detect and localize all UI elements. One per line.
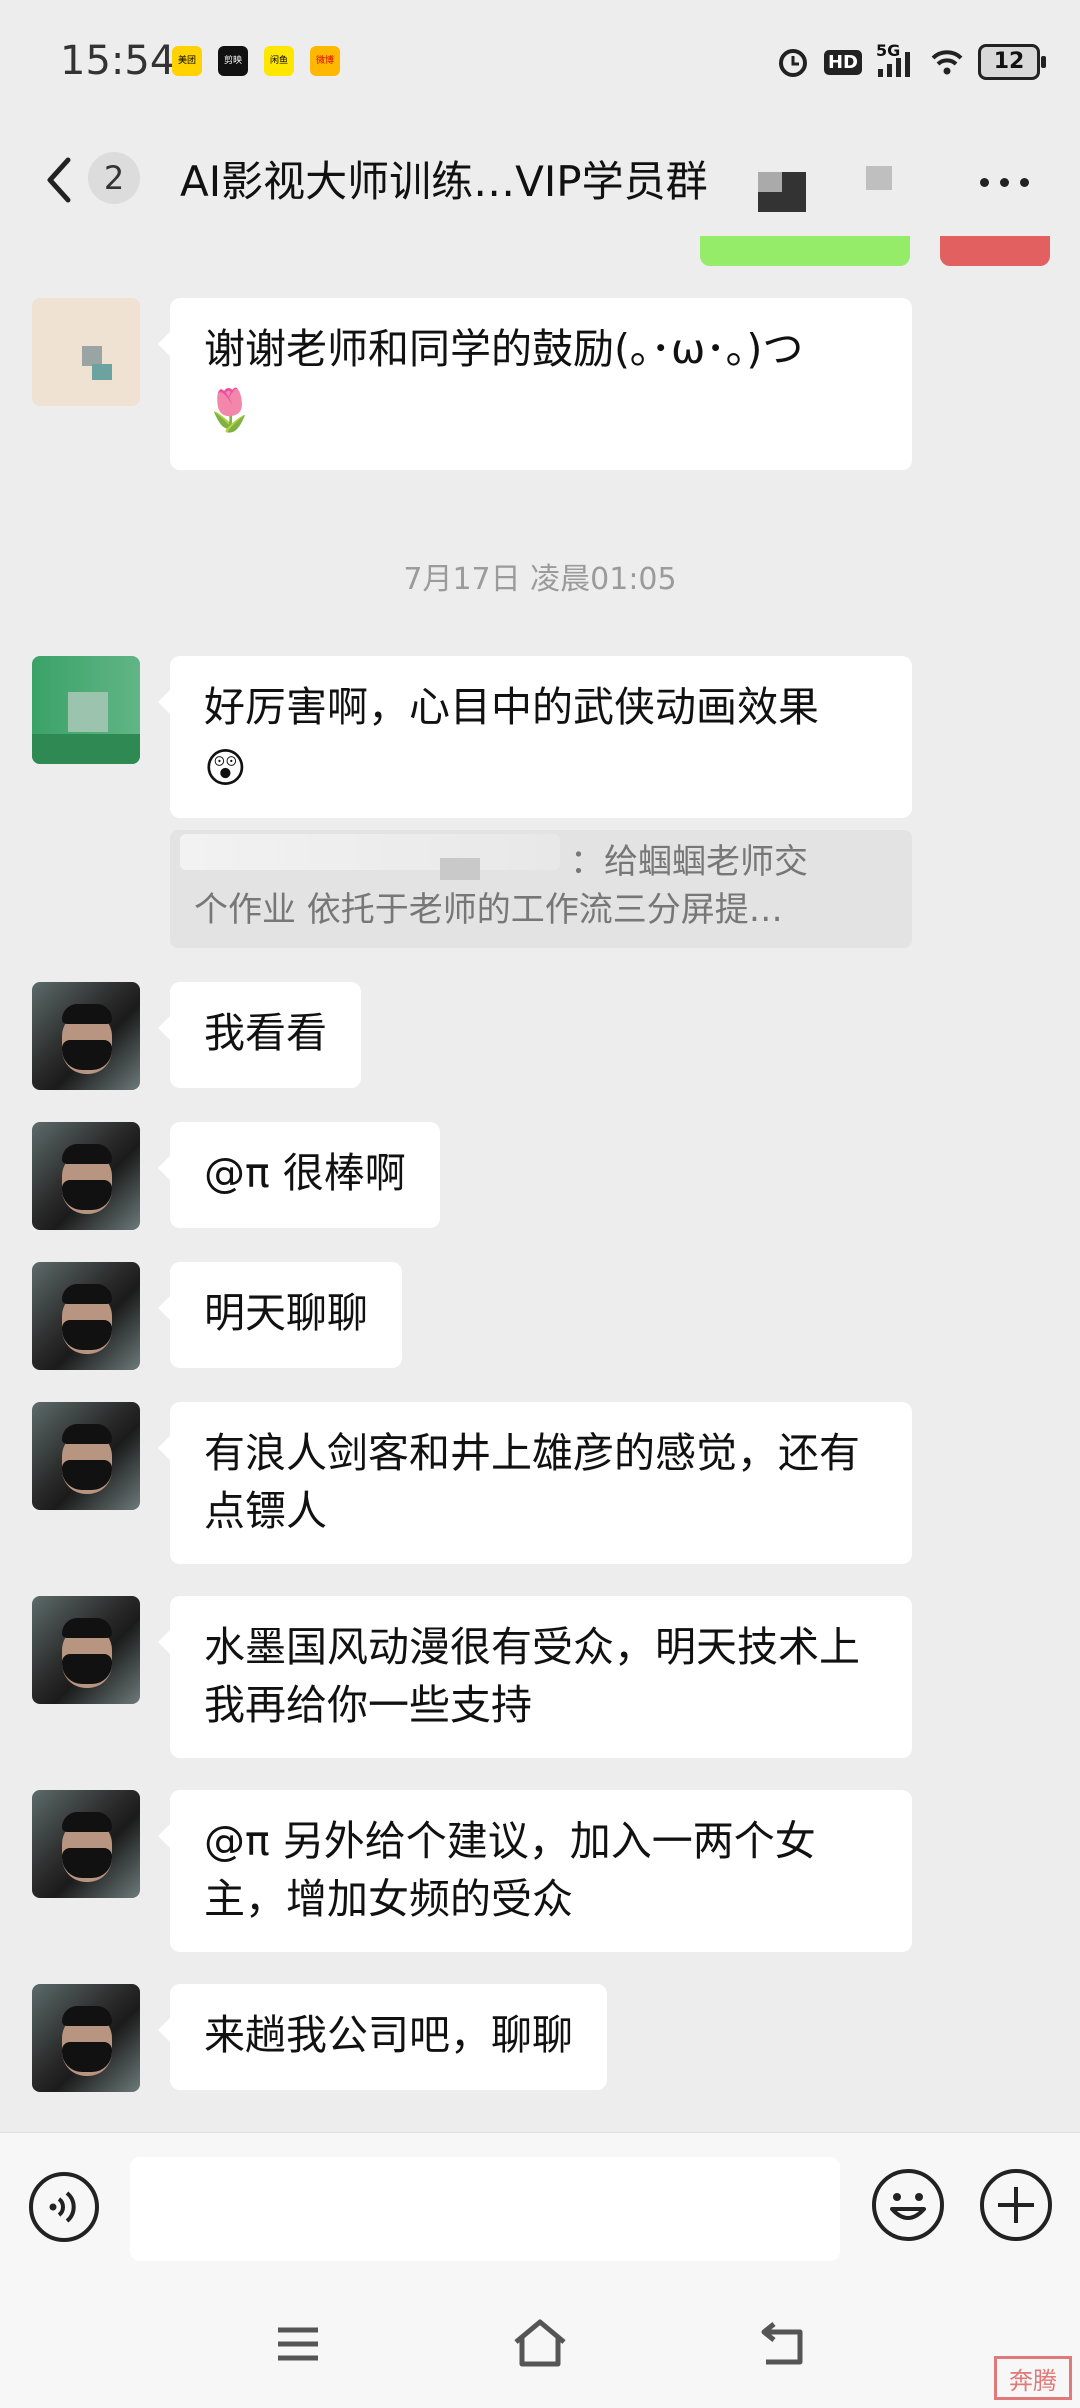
message-bubble[interactable]: 明天聊聊: [158, 1262, 402, 1368]
title-mosaic: [758, 172, 806, 212]
unread-count-badge[interactable]: 2: [88, 152, 140, 204]
quote-text-line2: 个作业 依托于老师的工作流三分屏提…: [194, 890, 783, 930]
watermark-seal: 奔腾: [994, 2356, 1072, 2400]
quote-text-line1: ：给蝈蝈老师交: [570, 842, 808, 882]
status-indicators: HD 5G 12: [776, 40, 1046, 84]
message-text: 谢谢老师和同学的鼓励(｡･ω･｡)つ: [204, 325, 804, 373]
battery-indicator: 12: [978, 44, 1046, 80]
own-message-bubble-partial[interactable]: [700, 236, 910, 266]
voice-input-icon[interactable]: [28, 2171, 100, 2243]
message-bubble[interactable]: @π 很棒啊: [158, 1122, 440, 1228]
message-bubble[interactable]: 好厉害啊，心目中的武侠动画效果 😲: [158, 656, 912, 818]
group-title: AI影视大师训练…VIP学员群: [180, 157, 708, 206]
avatar[interactable]: [32, 1402, 140, 1510]
avatar[interactable]: [32, 1122, 140, 1230]
message-bubble[interactable]: 来趟我公司吧，聊聊: [158, 1984, 607, 2090]
title-mosaic-small: [866, 166, 892, 190]
status-bar: 15:54 美团 剪映 闲鱼 微博 HD 5G 12: [0, 0, 1080, 126]
message-list[interactable]: 谢谢老师和同学的鼓励(｡･ω･｡)つ 🌷 7月17日 凌晨01:05 好厉害啊，…: [0, 236, 1080, 2132]
menu-icon[interactable]: [266, 2312, 330, 2376]
chat-header: 2 AI影视大师训练…VIP学员群: [0, 126, 1080, 236]
avatar[interactable]: [32, 656, 140, 764]
tulip-emoji: 🌷: [204, 386, 256, 434]
quote-mosaic: [440, 858, 480, 880]
avatar[interactable]: [32, 982, 140, 1090]
system-nav-bar: [0, 2282, 1080, 2408]
message-text: 来趟我公司吧，聊聊: [204, 2011, 573, 2059]
message-bubble[interactable]: 水墨国风动漫很有受众，明天技术上我再给你一些支持: [158, 1596, 912, 1758]
message-bubble[interactable]: @π 另外给个建议，加入一两个女主，增加女频的受众: [158, 1790, 912, 1952]
message-text: 明天聊聊: [204, 1289, 368, 1337]
message-bubble[interactable]: 我看看: [158, 982, 361, 1088]
avatar[interactable]: [32, 298, 140, 406]
hd-badge: HD: [823, 49, 862, 75]
timestamp-label: 7月17日 凌晨01:05: [403, 562, 677, 597]
wifi-icon: [931, 50, 963, 75]
input-bar: [0, 2132, 1080, 2283]
weibo-app-icon: 微博: [310, 46, 340, 76]
jianying-app-icon: 剪映: [218, 46, 248, 76]
quote-sender-blurred: [180, 834, 560, 870]
message-text: 好厉害啊，心目中的武侠动画效果: [204, 683, 819, 731]
quoted-reply[interactable]: ：给蝈蝈老师交 个作业 依托于老师的工作流三分屏提…: [170, 830, 912, 948]
emoji-picker-icon[interactable]: [870, 2167, 946, 2243]
astonished-face-emoji: 😲: [204, 744, 247, 792]
own-avatar-partial[interactable]: [940, 236, 1050, 266]
message-input[interactable]: [130, 2157, 840, 2261]
message-text: @π 另外给个建议，加入一两个女主，增加女频的受众: [204, 1817, 816, 1923]
more-options-icon[interactable]: [976, 166, 1032, 196]
message-bubble[interactable]: 谢谢老师和同学的鼓励(｡･ω･｡)つ 🌷: [158, 298, 912, 470]
message-text: 我看看: [204, 1009, 327, 1057]
back-arrow-icon[interactable]: [36, 150, 86, 210]
message-text: 有浪人剑客和井上雄彦的感觉，还有点镖人: [204, 1429, 860, 1535]
alarm-icon: [778, 49, 807, 77]
message-text: @π 很棒啊: [204, 1149, 406, 1197]
avatar[interactable]: [32, 1984, 140, 2092]
avatar[interactable]: [32, 1262, 140, 1370]
avatar[interactable]: [32, 1790, 140, 1898]
meituan-app-icon: 美团: [172, 46, 202, 76]
home-icon[interactable]: [508, 2312, 572, 2376]
status-time: 15:54: [60, 38, 176, 84]
signal-icon: 5G: [876, 41, 916, 79]
message-bubble[interactable]: 有浪人剑客和井上雄彦的感觉，还有点镖人: [158, 1402, 912, 1564]
message-text: 水墨国风动漫很有受众，明天技术上我再给你一些支持: [204, 1623, 860, 1729]
xianyu-app-icon: 闲鱼: [264, 46, 294, 76]
avatar[interactable]: [32, 1596, 140, 1704]
plus-icon[interactable]: [978, 2167, 1054, 2243]
back-nav-icon[interactable]: [750, 2312, 814, 2376]
